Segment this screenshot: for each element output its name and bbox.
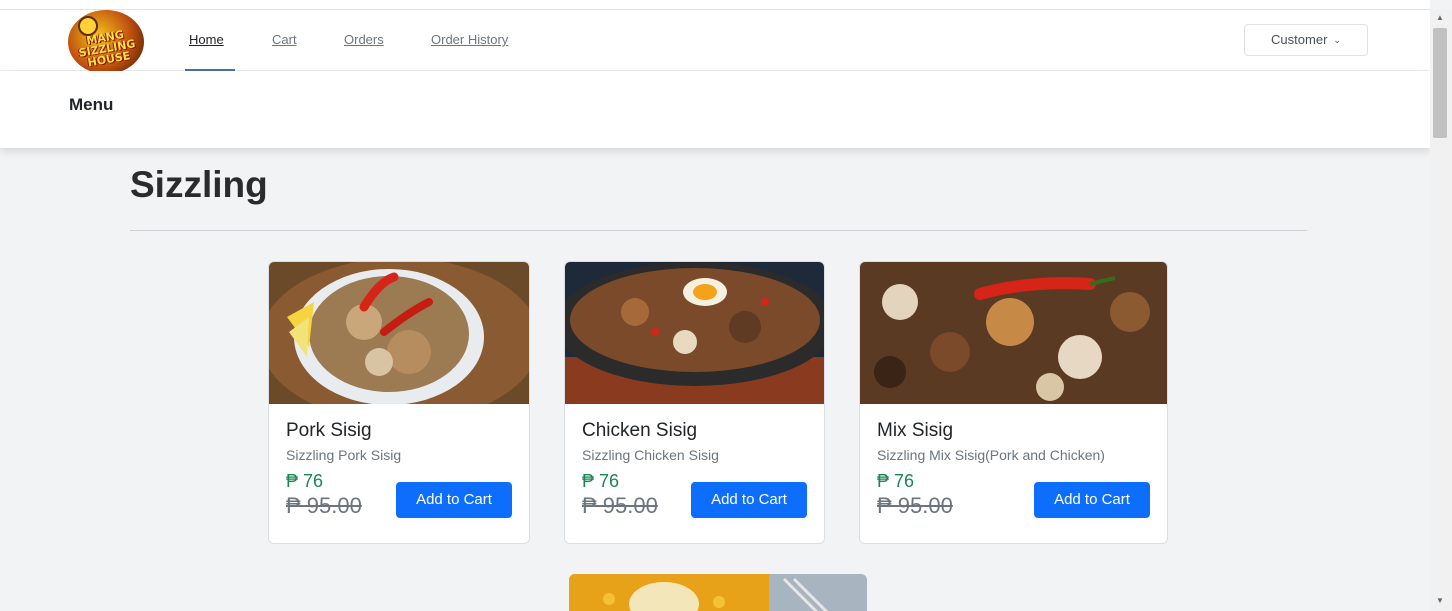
page-title: Menu bbox=[69, 95, 114, 114]
mix-sisig-image bbox=[860, 262, 1167, 404]
product-name: Mix Sisig bbox=[877, 420, 954, 441]
product-price: ₱ 76 bbox=[286, 471, 324, 491]
section-title: Sizzling bbox=[130, 164, 268, 205]
product-name: Chicken Sisig bbox=[582, 420, 698, 441]
product-description: Sizzling Mix Sisig(Pork and Chicken) bbox=[877, 447, 1105, 463]
nav-home-link[interactable]: Home bbox=[189, 32, 224, 47]
add-to-cart-button[interactable]: Add to Cart bbox=[1034, 482, 1150, 518]
customer-dropdown-label: Customer bbox=[1271, 32, 1328, 47]
browser-top-edge bbox=[0, 0, 1430, 10]
brand-logo[interactable]: MANG SIZZLING HOUSE bbox=[68, 10, 144, 74]
product-price: ₱ 76 bbox=[877, 471, 915, 491]
nav-orders-link[interactable]: Orders bbox=[344, 32, 384, 47]
partial-product-image bbox=[569, 574, 867, 611]
product-price: ₱ 76 bbox=[582, 471, 620, 491]
vertical-scrollbar[interactable]: ▲ ▼ bbox=[1430, 10, 1452, 611]
nav-order-history-link[interactable]: Order History bbox=[431, 32, 508, 47]
add-to-cart-button[interactable]: Add to Cart bbox=[396, 482, 512, 518]
product-name: Pork Sisig bbox=[286, 420, 372, 441]
nav-cart-link[interactable]: Cart bbox=[272, 32, 297, 47]
chicken-sisig-image bbox=[565, 262, 824, 404]
product-card-mix-sisig: Mix Sisig Sizzling Mix Sisig(Pork and Ch… bbox=[859, 261, 1168, 544]
add-to-cart-button[interactable]: Add to Cart bbox=[691, 482, 807, 518]
pork-sisig-image bbox=[269, 262, 529, 404]
scroll-down-arrow-icon[interactable]: ▼ bbox=[1436, 596, 1444, 605]
section-divider bbox=[130, 230, 1307, 231]
product-description: Sizzling Pork Sisig bbox=[286, 447, 402, 463]
product-card-partial bbox=[569, 574, 867, 611]
page-header-bar: Menu bbox=[0, 71, 1430, 148]
product-old-price: ₱ 95.00 bbox=[286, 493, 362, 518]
product-old-price: ₱ 95.00 bbox=[877, 493, 953, 518]
product-card-pork-sisig: Pork Sisig Sizzling Pork Sisig ₱ 76 ₱ 95… bbox=[268, 261, 530, 544]
customer-dropdown-button[interactable]: Customer ⌄ bbox=[1244, 24, 1368, 56]
product-old-price: ₱ 95.00 bbox=[582, 493, 658, 518]
product-card-chicken-sisig: Chicken Sisig Sizzling Chicken Sisig ₱ 7… bbox=[564, 261, 825, 544]
product-description: Sizzling Chicken Sisig bbox=[582, 447, 719, 463]
navbar: MANG SIZZLING HOUSE Home Cart Orders Order… bbox=[0, 10, 1430, 74]
chevron-down-icon: ⌄ bbox=[1333, 35, 1341, 45]
scrollbar-thumb[interactable] bbox=[1433, 28, 1447, 138]
scroll-up-arrow-icon[interactable]: ▲ bbox=[1436, 13, 1444, 22]
